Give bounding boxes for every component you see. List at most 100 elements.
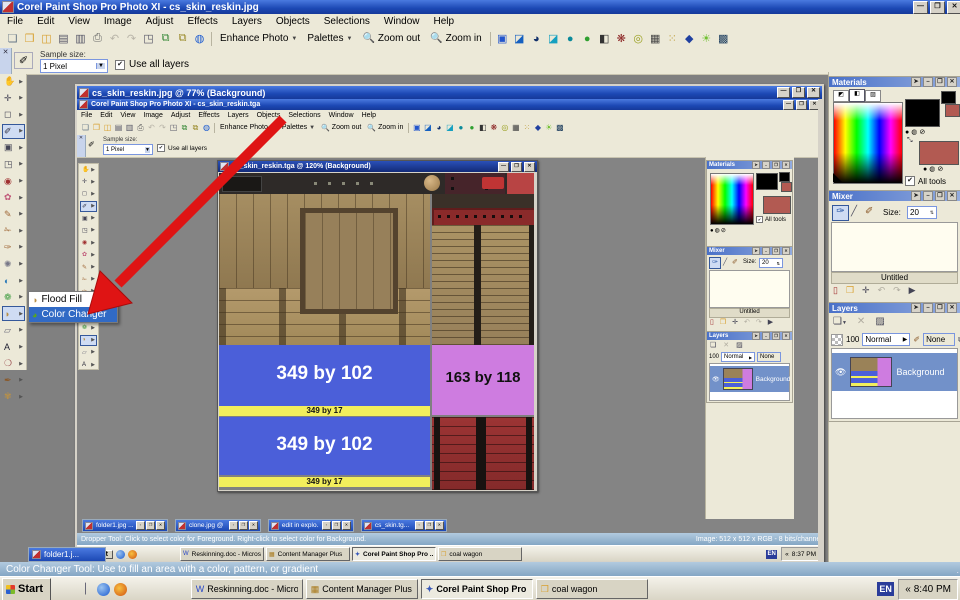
foreground-mini-swatch[interactable]: [941, 91, 956, 104]
collapse-tray-icon[interactable]: «: [905, 584, 911, 595]
dropper-tool[interactable]: ✐ ▶: [2, 124, 25, 139]
document-titlebar[interactable]: cs_skin_reskin.jpg @ 77% (Background) — …: [77, 86, 822, 99]
flyout-arrow-icon[interactable]: ▶: [19, 394, 24, 400]
background-mini-swatch[interactable]: [945, 104, 960, 117]
effect-icon[interactable]: ●: [562, 31, 579, 46]
flyout-arrow-icon[interactable]: ▶: [19, 294, 24, 300]
pin-icon[interactable]: ➤: [911, 191, 921, 201]
zoom-in-button[interactable]: 🔍Zoom in: [425, 32, 487, 45]
swap-colors-icon[interactable]: ⤡: [907, 137, 913, 145]
foreground-style-buttons[interactable]: ●◍⊘: [905, 128, 927, 136]
pick-icon[interactable]: ◳: [140, 31, 157, 46]
mixer-more-icon[interactable]: ▶: [909, 285, 916, 296]
color-changer-item[interactable]: ◕ Color Changer: [29, 307, 117, 322]
menu-item[interactable]: File: [0, 15, 30, 28]
minimize-icon[interactable]: –: [923, 191, 933, 201]
menu-item[interactable]: Adjust: [139, 15, 181, 28]
pin-icon[interactable]: ➤: [911, 77, 921, 87]
firefox-quicklaunch-icon[interactable]: [114, 583, 127, 596]
save-as-icon[interactable]: ▥: [72, 31, 89, 46]
flyout-arrow-icon[interactable]: ▶: [19, 178, 24, 184]
task-paint-shop-pro[interactable]: ✦ Corel Paint Shop Pro ...: [421, 579, 533, 599]
mixer-knife-tool[interactable]: ╱: [851, 206, 857, 217]
effect-icon[interactable]: ❋: [613, 31, 630, 46]
flyout-arrow-icon[interactable]: ▶: [19, 161, 24, 167]
scratch-remover-tool[interactable]: ✁ ▶: [2, 223, 25, 238]
minimized-document[interactable]: folder1.j...: [28, 547, 106, 562]
ie-quicklaunch-icon[interactable]: [97, 583, 110, 596]
flyout-arrow-icon[interactable]: ▶: [19, 128, 24, 134]
menu-item[interactable]: View: [61, 15, 97, 28]
doc-maximize-button[interactable]: ❐: [792, 87, 805, 98]
flyout-arrow-icon[interactable]: ▶: [19, 377, 24, 383]
frame-tab[interactable]: ◩: [833, 90, 849, 102]
close-icon[interactable]: ✕: [947, 191, 957, 201]
menu-item[interactable]: Edit: [30, 15, 61, 28]
effect-icon[interactable]: ◆: [681, 31, 698, 46]
effect-icon[interactable]: ◪: [511, 31, 528, 46]
maximize-icon[interactable]: ❐: [935, 77, 945, 87]
flood-fill-tool[interactable]: ◑ ▶: [2, 306, 25, 321]
pen-tool[interactable]: ✒ ▶: [2, 373, 25, 388]
sample-size-select[interactable]: 1 Pixel ▼: [40, 59, 108, 73]
use-all-layers-checkbox[interactable]: ✔ Use all layers: [115, 59, 189, 70]
eraser-tool[interactable]: ▱ ▶: [2, 323, 25, 338]
mixer-tube-tool[interactable]: ✑: [832, 205, 849, 221]
layer-thumbnail[interactable]: [850, 357, 892, 387]
redo-icon[interactable]: ↷: [123, 31, 140, 46]
flyout-arrow-icon[interactable]: ▶: [19, 211, 24, 217]
preset-shapes-tool[interactable]: ❍ ▶: [2, 356, 25, 371]
enhance-photo-button[interactable]: Enhance Photo▼: [215, 32, 302, 45]
app-titlebar[interactable]: Corel Paint Shop Pro Photo XI - cs_skin_…: [0, 0, 960, 14]
warp-brush-tool[interactable]: ✾ ▶: [2, 389, 25, 404]
flyout-arrow-icon[interactable]: ▶: [19, 195, 24, 201]
crop-tool[interactable]: ▣ ▶: [2, 140, 25, 155]
zoom-out-button[interactable]: 🔍Zoom out: [357, 32, 425, 45]
minimize-icon[interactable]: –: [923, 77, 933, 87]
materials-titlebar[interactable]: Materials ➤ – ❐ ✕: [829, 77, 960, 87]
task-coal-wagon[interactable]: ❒ coal wagon: [536, 579, 648, 599]
rainbow-tab[interactable]: ◧: [849, 89, 865, 102]
save-icon[interactable]: ▤: [55, 31, 72, 46]
red-eye-tool[interactable]: ◉ ▶: [2, 174, 25, 189]
mixer-new-page-icon[interactable]: ▯: [833, 285, 838, 296]
effect-icon[interactable]: ◧: [596, 31, 613, 46]
learning-center-icon[interactable]: ◍: [191, 31, 208, 46]
flyout-arrow-icon[interactable]: ▶: [19, 361, 24, 367]
mixer-redo-icon[interactable]: ↷: [893, 285, 901, 296]
selection-tool[interactable]: ◻ ▶: [2, 107, 25, 122]
texture-swatch[interactable]: [833, 173, 842, 182]
start-button[interactable]: Start: [2, 578, 51, 600]
delete-layer-icon[interactable]: ✕: [857, 316, 865, 327]
move-tool[interactable]: ✛ ▶: [2, 91, 25, 106]
menu-item[interactable]: Help: [426, 15, 461, 28]
taskbar-clock[interactable]: «8:40 PM: [898, 579, 958, 600]
browse-icon[interactable]: ◫: [38, 31, 55, 46]
visibility-eye-icon[interactable]: 👁: [835, 367, 846, 378]
effect-icon[interactable]: ⁙: [664, 31, 681, 46]
close-icon[interactable]: ✕: [947, 77, 957, 87]
pick-tool[interactable]: ◳ ▶: [2, 157, 25, 172]
flyout-arrow-icon[interactable]: ▶: [19, 311, 24, 317]
menu-item[interactable]: Image: [97, 15, 139, 28]
layer-name[interactable]: Background: [896, 367, 944, 377]
print-icon[interactable]: ⎙: [89, 31, 106, 46]
menu-item[interactable]: Window: [377, 15, 427, 28]
language-badge[interactable]: EN: [877, 582, 894, 596]
effect-icon[interactable]: ▦: [647, 31, 664, 46]
foreground-color-swatch[interactable]: [905, 99, 940, 127]
background-style-buttons[interactable]: ●◍⊘: [923, 165, 945, 173]
flyout-arrow-icon[interactable]: ▶: [19, 327, 24, 333]
close-icon[interactable]: ✕: [947, 303, 957, 313]
mixer-undo-icon[interactable]: ↶: [878, 285, 886, 296]
menu-item[interactable]: Selections: [317, 15, 377, 28]
mixer-brush-tool[interactable]: ✐: [865, 206, 873, 217]
mixer-size-input[interactable]: 20⇅: [907, 206, 937, 219]
color-replacer-tool[interactable]: ◐ ▶: [2, 273, 25, 288]
mixer-open-icon[interactable]: ❒: [846, 285, 854, 296]
flyout-arrow-icon[interactable]: ▶: [19, 244, 24, 250]
maximize-icon[interactable]: ❐: [935, 303, 945, 313]
mixer-nav-icon[interactable]: ✛: [862, 285, 870, 296]
layer-row-background[interactable]: 👁 Background: [832, 353, 957, 391]
flyout-arrow-icon[interactable]: ▶: [19, 95, 24, 101]
